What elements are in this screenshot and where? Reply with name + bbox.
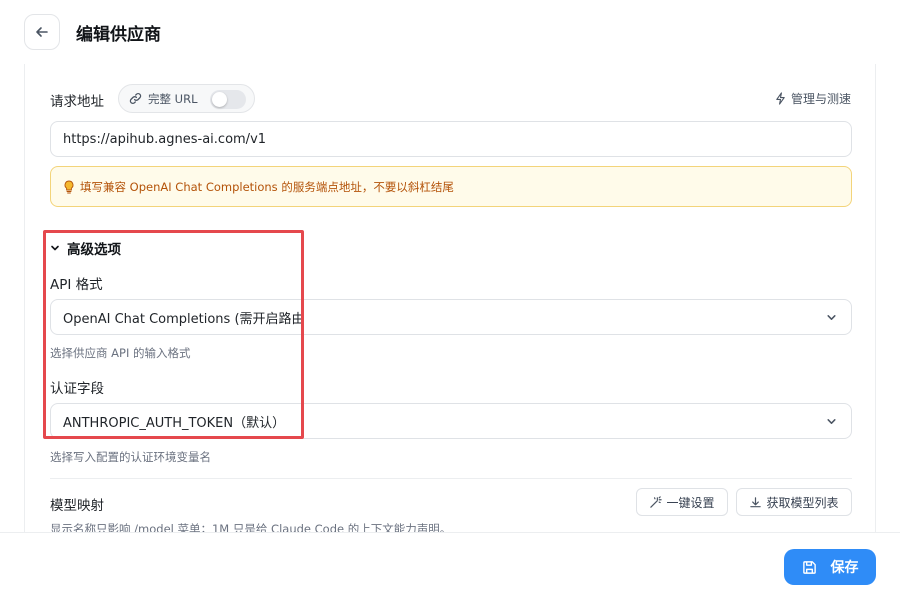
lightbulb-icon (64, 180, 74, 193)
auth-field-select[interactable]: ANTHROPIC_AUTH_TOKEN（默认） (50, 403, 852, 439)
endpoint-label: 请求地址 (50, 94, 104, 110)
chevron-down-icon (827, 315, 836, 320)
save-icon (802, 560, 816, 574)
fetch-model-list-button[interactable]: 获取模型列表 (736, 488, 852, 516)
manage-speedtest-label: 管理与测速 (790, 92, 851, 106)
section-divider (50, 478, 852, 479)
page-footer: 保存 (0, 532, 900, 600)
auth-field-value: ANTHROPIC_AUTH_TOKEN（默认） (63, 415, 286, 431)
advanced-options-label: 高级选项 (67, 242, 121, 258)
endpoint-tip-text: 填写兼容 OpenAI Chat Completions 的服务端点地址，不要以… (80, 179, 454, 194)
switch-knob (212, 92, 227, 107)
save-button[interactable]: 保存 (784, 549, 876, 585)
full-url-toggle[interactable]: 完整 URL (118, 84, 255, 113)
edit-provider-page: 编辑供应商 请求地址 完整 URL 管理与测速 https://apihub.a… (0, 0, 900, 600)
manage-speedtest-link[interactable]: 管理与测速 (774, 90, 851, 107)
endpoint-url-input[interactable]: https://apihub.agnes-ai.com/v1 (50, 121, 852, 157)
chevron-down-icon (827, 419, 836, 424)
fetch-model-list-label: 获取模型列表 (766, 495, 839, 510)
save-label: 保存 (830, 560, 859, 576)
endpoint-tip: 填写兼容 OpenAI Chat Completions 的服务端点地址，不要以… (50, 166, 852, 207)
arrow-left-icon (36, 27, 48, 37)
one-click-setup-button[interactable]: 一键设置 (636, 488, 728, 516)
provider-form-panel: 请求地址 完整 URL 管理与测速 https://apihub.agnes-a… (24, 64, 876, 532)
advanced-options-toggle[interactable]: 高级选项 (50, 238, 121, 258)
one-click-setup-label: 一键设置 (666, 495, 715, 510)
chevron-down-icon (51, 245, 59, 251)
auth-field-hint: 选择写入配置的认证环境变量名 (50, 450, 211, 464)
auth-field-label: 认证字段 (50, 381, 104, 397)
api-format-select[interactable]: OpenAI Chat Completions (需开启路由 (50, 299, 852, 335)
back-button[interactable] (24, 14, 60, 50)
api-format-value: OpenAI Chat Completions (需开启路由 (63, 311, 305, 327)
page-header: 编辑供应商 (0, 0, 900, 64)
full-url-switch[interactable] (210, 90, 246, 109)
api-format-hint: 选择供应商 API 的输入格式 (50, 346, 191, 360)
page-title: 编辑供应商 (76, 25, 161, 45)
api-format-label: API 格式 (50, 277, 103, 293)
download-icon (750, 496, 762, 507)
model-mapping-label: 模型映射 (50, 498, 104, 514)
full-url-toggle-label: 完整 URL (148, 91, 198, 106)
lightning-icon (776, 92, 785, 105)
magic-wand-icon (650, 495, 663, 508)
link-icon (129, 93, 142, 104)
model-mapping-hint: 显示名称只影响 /model 菜单；1M 只是给 Claude Code 的上下… (50, 522, 452, 532)
